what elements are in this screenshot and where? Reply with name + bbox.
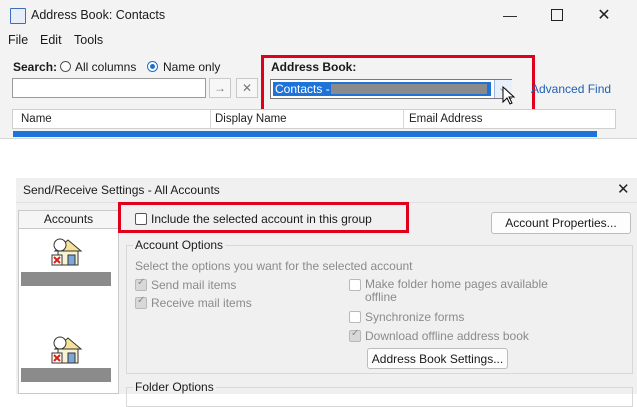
menu-tools[interactable]: Tools: [74, 33, 103, 47]
menu-edit[interactable]: Edit: [40, 33, 62, 47]
search-input[interactable]: [12, 78, 206, 98]
selected-row[interactable]: [13, 131, 597, 137]
window-title: Address Book: Contacts: [31, 8, 166, 22]
radio-all-columns[interactable]: [60, 61, 71, 72]
account-icon: [51, 336, 83, 364]
account-options-hint: Select the options you want for the sele…: [135, 259, 413, 273]
redacted-account-name[interactable]: [21, 368, 111, 382]
close-icon[interactable]: ✕: [581, 0, 627, 30]
column-divider: [210, 110, 211, 128]
close-icon[interactable]: ✕: [617, 180, 630, 198]
download-oab-checkbox[interactable]: [349, 328, 361, 342]
address-book-settings-button[interactable]: Address Book Settings...: [367, 348, 508, 369]
send-mail-label: Send mail items: [151, 278, 237, 292]
maximize-icon[interactable]: [534, 0, 580, 30]
go-arrow-icon[interactable]: →: [209, 78, 231, 98]
name-only-label: Name only: [163, 60, 221, 74]
accounts-list: Accounts: [18, 210, 119, 394]
clear-search-icon[interactable]: ✕: [236, 78, 258, 98]
download-oab-label: Download offline address book: [365, 329, 529, 343]
title-bar-2: Send/Receive Settings - All Accounts ✕: [16, 178, 637, 203]
synchronize-forms-checkbox[interactable]: [349, 311, 361, 323]
accounts-tab[interactable]: Accounts: [19, 211, 118, 229]
column-header-email[interactable]: Email Address: [409, 113, 483, 125]
account-properties-button[interactable]: Account Properties...: [491, 212, 631, 234]
all-columns-label: All columns: [75, 60, 137, 74]
annotation-highlight-address-book: [261, 55, 535, 113]
folder-home-pages-label: Make folder home pages available offline: [365, 277, 548, 304]
receive-mail-checkbox[interactable]: [135, 295, 147, 309]
window-title-2: Send/Receive Settings - All Accounts: [23, 183, 220, 197]
column-header-display-name[interactable]: Display Name: [215, 113, 287, 125]
menu-file[interactable]: File: [8, 33, 28, 47]
column-divider: [403, 110, 404, 128]
contacts-list-header: Name Display Name Email Address: [12, 109, 616, 129]
title-bar: Address Book: Contacts — ✕: [0, 0, 637, 30]
receive-mail-label: Receive mail items: [151, 296, 252, 310]
folder-options-legend: Folder Options: [133, 380, 216, 394]
address-book-icon: [10, 8, 26, 24]
menu-bar: File Edit Tools: [0, 30, 637, 52]
folder-home-pages-checkbox[interactable]: [349, 279, 361, 291]
send-mail-checkbox[interactable]: [135, 277, 147, 291]
minimize-icon[interactable]: —: [487, 0, 533, 30]
radio-name-only[interactable]: [147, 61, 158, 72]
search-label: Search:: [13, 60, 58, 74]
advanced-find-link[interactable]: Advanced Find: [531, 82, 611, 96]
column-header-name[interactable]: Name: [21, 113, 52, 125]
synchronize-forms-label: Synchronize forms: [365, 310, 465, 324]
annotation-highlight-include: [118, 202, 409, 233]
account-options-legend: Account Options: [133, 238, 226, 252]
redacted-account-name[interactable]: [21, 272, 111, 286]
account-icon: [51, 238, 83, 266]
